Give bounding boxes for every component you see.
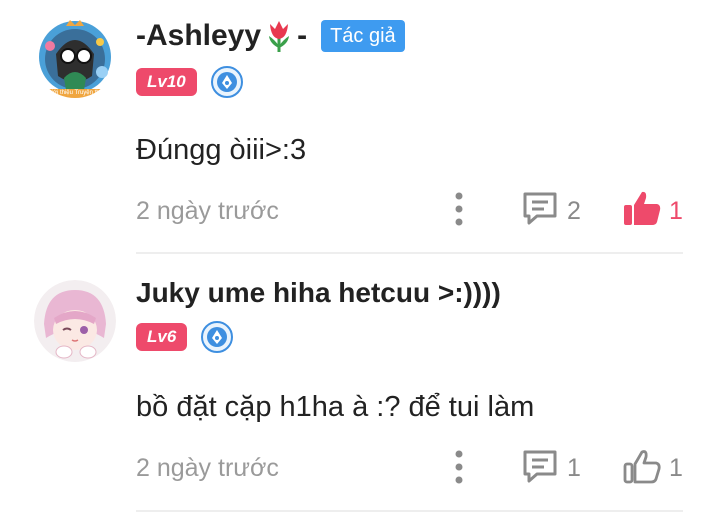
comment-time: 2 ngày trước bbox=[136, 454, 279, 482]
avatar[interactable] bbox=[34, 280, 116, 362]
comment-text: Đúngg òiii>:3 bbox=[136, 134, 307, 166]
more-options-icon[interactable] bbox=[449, 449, 469, 485]
comment-text: bồ đặt cặp h1ha à :? để tui làm bbox=[136, 391, 535, 423]
tulip-icon bbox=[264, 18, 294, 54]
avatar-image bbox=[34, 280, 116, 362]
author-row: Juky ume hiha hetcuu >:)))) bbox=[136, 277, 501, 309]
reply-icon[interactable] bbox=[521, 449, 559, 485]
reply-count: 2 bbox=[567, 197, 581, 225]
reply-count: 1 bbox=[567, 454, 581, 482]
level-badge: Lv10 bbox=[136, 68, 197, 96]
comment-time: 2 ngày trước bbox=[136, 197, 279, 225]
avatar-image bbox=[34, 16, 116, 98]
level-icon bbox=[210, 66, 243, 98]
comment-item: Juky ume hiha hetcuu >:)))) Lv6 bồ đặt c… bbox=[0, 253, 719, 512]
level-icon bbox=[201, 321, 234, 353]
like-count: 1 bbox=[669, 197, 683, 225]
author-row: -Ashleyy - Tác giả bbox=[136, 18, 405, 54]
like-count: 1 bbox=[669, 454, 683, 482]
level-row: Lv6 bbox=[136, 321, 234, 353]
author-name[interactable]: Juky ume hiha hetcuu >:)))) bbox=[136, 277, 501, 309]
level-badge: Lv6 bbox=[136, 323, 188, 351]
reply-icon[interactable] bbox=[521, 191, 559, 227]
author-badge: Tác giả bbox=[321, 20, 405, 52]
avatar[interactable]: Giới thiệu Truyện thể bbox=[34, 16, 116, 98]
like-outline-icon[interactable] bbox=[622, 447, 662, 485]
more-options-icon[interactable] bbox=[449, 191, 469, 227]
author-name-suffix: - bbox=[297, 19, 308, 52]
comment-item: Giới thiệu Truyện thể -Ashleyy - Tác giả… bbox=[0, 0, 719, 253]
avatar-banner: Giới thiệu Truyện thể bbox=[41, 89, 109, 98]
level-row: Lv10 bbox=[136, 66, 243, 98]
avatar-banner-text: Giới thiệu Truyện thể bbox=[47, 90, 103, 96]
like-filled-icon[interactable] bbox=[622, 189, 662, 227]
author-name[interactable]: -Ashleyy bbox=[136, 19, 261, 53]
